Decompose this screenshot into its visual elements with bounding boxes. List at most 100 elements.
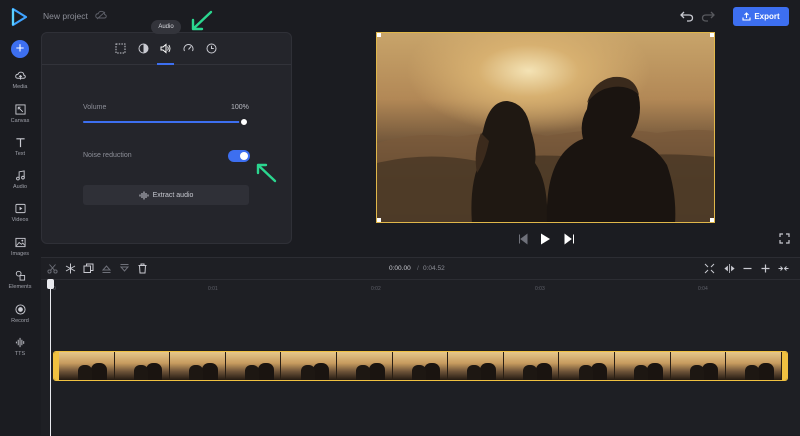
clip-frame bbox=[170, 352, 226, 380]
timeline-tick: 0:03 bbox=[535, 286, 545, 292]
move-down-icon[interactable] bbox=[119, 263, 130, 274]
sidebar-item-label: Images bbox=[10, 251, 30, 257]
resize-handle[interactable] bbox=[377, 33, 381, 37]
extract-audio-label: Extract audio bbox=[152, 191, 194, 199]
volume-value: 100% bbox=[231, 104, 249, 111]
clip-frame bbox=[281, 352, 338, 380]
noise-reduction-label: Noise reduction bbox=[83, 152, 132, 159]
resize-handle[interactable] bbox=[377, 218, 381, 222]
annotation-arrow-icon bbox=[191, 10, 213, 31]
redo-icon[interactable] bbox=[701, 10, 715, 22]
clip-frame bbox=[726, 352, 782, 380]
zoom-out-icon[interactable] bbox=[742, 263, 753, 274]
add-media-button[interactable]: + bbox=[11, 40, 29, 58]
export-label: Export bbox=[754, 12, 780, 21]
clip-frame bbox=[392, 352, 449, 380]
fit-timeline-icon[interactable] bbox=[704, 263, 715, 274]
preview-scene bbox=[377, 76, 714, 222]
sidebar-item-images[interactable]: Images bbox=[0, 237, 40, 267]
clip-trim-handle-right[interactable] bbox=[782, 352, 787, 380]
clip-filmstrip bbox=[59, 352, 782, 380]
clip-frame bbox=[337, 352, 393, 380]
volume-slider-fill bbox=[83, 121, 244, 123]
waveform-icon bbox=[139, 191, 149, 199]
fullscreen-icon[interactable] bbox=[779, 233, 790, 244]
audio-icon[interactable] bbox=[160, 43, 171, 54]
split-view-icon[interactable] bbox=[724, 263, 735, 274]
speed-icon[interactable] bbox=[183, 43, 194, 54]
sidebar-item-label: TTS bbox=[14, 351, 26, 357]
clip-frame bbox=[59, 352, 115, 380]
cut-icon[interactable] bbox=[47, 263, 58, 274]
resize-handle[interactable] bbox=[710, 33, 714, 37]
export-button[interactable]: Export bbox=[733, 7, 789, 26]
sidebar-item-label: Media bbox=[12, 84, 28, 90]
sidebar-item-label: Record bbox=[11, 318, 29, 324]
filter-icon[interactable] bbox=[138, 43, 149, 54]
timeline-tick: 0:01 bbox=[208, 286, 218, 292]
cloud-upload-icon bbox=[14, 71, 26, 80]
clip-frame bbox=[559, 352, 616, 380]
image-icon bbox=[14, 237, 26, 248]
timeline: 0:00.00 / 0:04.52 0 0:01 0:02 0:03 0:04 bbox=[41, 257, 800, 436]
timeline-tick: 0:02 bbox=[371, 286, 381, 292]
trash-icon[interactable] bbox=[137, 263, 148, 274]
zoom-in-icon[interactable] bbox=[760, 263, 771, 274]
playhead[interactable] bbox=[50, 280, 51, 436]
canvas-resize-icon bbox=[14, 104, 26, 115]
video-preview[interactable] bbox=[376, 32, 715, 223]
resize-handle[interactable] bbox=[710, 218, 714, 222]
clip-frame bbox=[114, 352, 171, 380]
clip-frame bbox=[503, 352, 560, 380]
volume-label: Volume bbox=[83, 104, 107, 111]
record-icon bbox=[14, 304, 26, 315]
clip-frame bbox=[448, 352, 504, 380]
volume-slider-track[interactable] bbox=[83, 121, 244, 123]
sidebar-item-label: Text bbox=[14, 151, 26, 157]
volume-slider-thumb[interactable] bbox=[239, 117, 249, 127]
noise-reduction-toggle[interactable] bbox=[228, 150, 250, 162]
crop-icon[interactable] bbox=[115, 43, 126, 54]
freeze-icon[interactable] bbox=[65, 263, 76, 274]
annotation-arrow-icon bbox=[256, 163, 277, 183]
sidebar-item-tts[interactable]: TTS bbox=[0, 337, 40, 367]
move-up-icon[interactable] bbox=[101, 263, 112, 274]
sidebar-item-text[interactable]: Text bbox=[0, 137, 40, 167]
clip-frame bbox=[670, 352, 727, 380]
total-duration: 0:04.52 bbox=[423, 265, 445, 272]
collapse-icon[interactable] bbox=[778, 263, 789, 274]
play-icon[interactable] bbox=[541, 233, 550, 245]
duplicate-icon[interactable] bbox=[83, 263, 94, 274]
current-time: 0:00.00 bbox=[389, 265, 411, 272]
waveform-icon bbox=[15, 337, 24, 348]
clip-frame bbox=[225, 352, 282, 380]
sidebar-item-elements[interactable]: Elements bbox=[0, 270, 40, 300]
undo-icon[interactable] bbox=[680, 10, 694, 22]
playback-controls bbox=[519, 233, 574, 245]
sidebar-item-audio[interactable]: Audio bbox=[0, 170, 40, 200]
active-tab-indicator bbox=[157, 63, 174, 65]
video-icon bbox=[14, 203, 26, 214]
clip-frame bbox=[615, 352, 671, 380]
shapes-icon bbox=[15, 270, 25, 281]
duration-icon[interactable] bbox=[206, 43, 217, 54]
sidebar-item-videos[interactable]: Videos bbox=[0, 203, 40, 233]
cloud-sync-icon bbox=[95, 10, 107, 20]
export-icon bbox=[742, 12, 751, 21]
video-clip-track[interactable] bbox=[53, 351, 788, 381]
left-sidebar: + Media Canvas Text Audio Videos Images … bbox=[0, 30, 40, 435]
sidebar-item-canvas[interactable]: Canvas bbox=[0, 104, 40, 134]
app-logo-icon[interactable] bbox=[9, 7, 29, 27]
sidebar-item-media[interactable]: Media bbox=[0, 70, 40, 100]
sidebar-item-label: Canvas bbox=[10, 118, 30, 124]
time-separator: / bbox=[417, 265, 419, 272]
project-title[interactable]: New project bbox=[43, 11, 88, 21]
sidebar-item-record[interactable]: Record bbox=[0, 304, 40, 334]
clip-settings-panel bbox=[41, 32, 292, 244]
playhead-handle[interactable] bbox=[47, 279, 54, 289]
skip-forward-icon[interactable] bbox=[564, 233, 574, 245]
extract-audio-button[interactable]: Extract audio bbox=[83, 185, 249, 205]
sidebar-item-label: Elements bbox=[8, 284, 32, 290]
timeline-toolbar: 0:00.00 / 0:04.52 bbox=[41, 258, 800, 280]
skip-back-icon[interactable] bbox=[519, 233, 528, 245]
